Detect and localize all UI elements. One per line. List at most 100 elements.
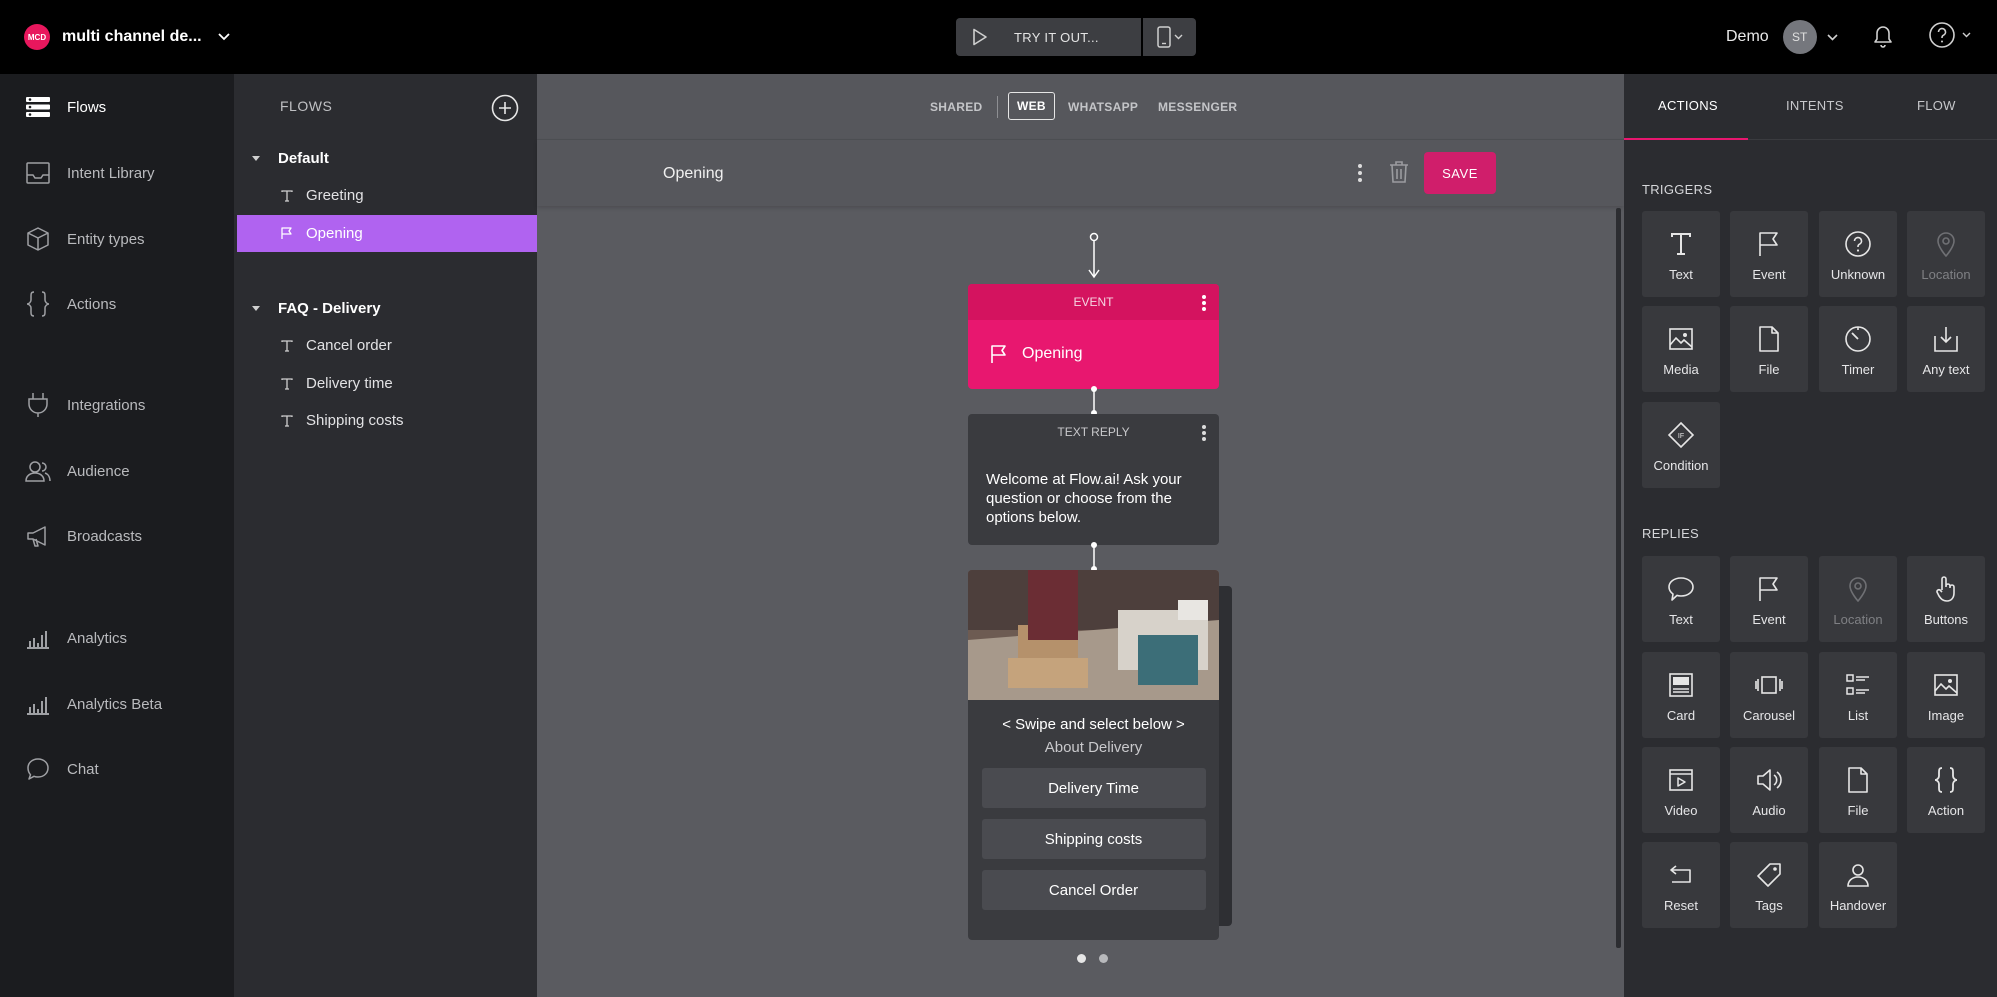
- trigger-text[interactable]: Text: [1642, 211, 1720, 297]
- carousel-pagination: [1077, 954, 1121, 963]
- more-options-icon[interactable]: [1357, 162, 1363, 184]
- reply-text[interactable]: Text: [1642, 556, 1720, 642]
- reply-list[interactable]: List: [1819, 652, 1897, 738]
- trigger-file[interactable]: File: [1730, 306, 1808, 392]
- timer-icon: [1844, 324, 1872, 354]
- flow-item-opening[interactable]: Opening: [237, 215, 537, 252]
- trigger-any-text[interactable]: Any text: [1907, 306, 1985, 392]
- node-more-icon[interactable]: [1201, 294, 1207, 312]
- tile-label: Location: [1833, 612, 1883, 627]
- reply-audio[interactable]: Audio: [1730, 747, 1808, 833]
- tab-whatsapp[interactable]: WHATSAPP: [1068, 100, 1138, 114]
- flow-canvas[interactable]: SHARED WEB WHATSAPP MESSENGER Opening SA…: [537, 74, 1624, 997]
- plug-icon: [24, 391, 52, 419]
- text-reply-header: TEXT REPLY: [1057, 425, 1130, 439]
- node-more-icon[interactable]: [1201, 424, 1207, 442]
- save-button[interactable]: SAVE: [1424, 152, 1496, 194]
- flow-title[interactable]: Opening: [663, 165, 724, 183]
- reply-image[interactable]: Image: [1907, 652, 1985, 738]
- reply-card[interactable]: Card: [1642, 652, 1720, 738]
- device-select-button[interactable]: [1143, 18, 1196, 56]
- reply-action[interactable]: Action: [1907, 747, 1985, 833]
- phone-icon: [1156, 26, 1171, 48]
- flow-item-delivery-time[interactable]: Delivery time: [237, 365, 537, 402]
- tab-shared[interactable]: SHARED: [930, 100, 982, 114]
- nav-label: Flows: [67, 98, 107, 116]
- active-tab-indicator: [1624, 138, 1748, 140]
- nav-item-chat[interactable]: Chat: [24, 754, 99, 784]
- trigger-timer[interactable]: Timer: [1819, 306, 1897, 392]
- card-button-shipping-costs[interactable]: Shipping costs: [981, 819, 1206, 859]
- reply-buttons[interactable]: Buttons: [1907, 556, 1985, 642]
- try-it-out-button[interactable]: TRY IT OUT...: [956, 18, 1141, 56]
- carousel-dot[interactable]: [1077, 954, 1086, 963]
- replies-heading: REPLIES: [1642, 526, 1700, 541]
- nav-item-actions[interactable]: Actions: [24, 289, 116, 319]
- flow-item-label: Greeting: [306, 187, 364, 204]
- nav-item-flows[interactable]: Flows: [24, 92, 106, 122]
- nav-item-analytics[interactable]: Analytics: [24, 623, 127, 653]
- trigger-condition[interactable]: IF Condition: [1642, 402, 1720, 488]
- text-reply-node[interactable]: TEXT REPLY Welcome at Flow.ai! Ask your …: [968, 414, 1219, 545]
- channel-tabs: SHARED WEB WHATSAPP MESSENGER: [537, 74, 1624, 140]
- flow-group-label: FAQ - Delivery: [278, 299, 381, 317]
- tab-actions[interactable]: ACTIONS: [1658, 98, 1718, 113]
- tab-intents[interactable]: INTENTS: [1786, 98, 1844, 113]
- reply-event[interactable]: Event: [1730, 556, 1808, 642]
- try-it-out-label: TRY IT OUT...: [1014, 29, 1099, 45]
- nav-item-entity-types[interactable]: Entity types: [24, 224, 145, 254]
- user-menu[interactable]: Demo ST: [1726, 20, 1838, 54]
- try-it-out-group: TRY IT OUT...: [956, 18, 1196, 56]
- flow-item-label: Opening: [306, 225, 363, 242]
- carousel-dot[interactable]: [1099, 954, 1108, 963]
- tab-web[interactable]: WEB: [1008, 92, 1055, 120]
- reply-file[interactable]: File: [1819, 747, 1897, 833]
- reply-reset[interactable]: Reset: [1642, 842, 1720, 928]
- card-button-cancel-order[interactable]: Cancel Order: [981, 870, 1206, 910]
- nav-item-integrations[interactable]: Integrations: [24, 390, 145, 420]
- add-flow-button[interactable]: [491, 94, 519, 122]
- flow-item-shipping-costs[interactable]: Shipping costs: [237, 402, 537, 439]
- reply-tags[interactable]: Tags: [1730, 842, 1808, 928]
- notifications-bell-icon[interactable]: [1871, 23, 1895, 49]
- flow-item-greeting[interactable]: Greeting: [237, 177, 537, 214]
- trigger-event[interactable]: Event: [1730, 211, 1808, 297]
- tile-label: Tags: [1755, 898, 1783, 913]
- nav-label: Entity types: [67, 230, 145, 248]
- reply-carousel[interactable]: Carousel: [1730, 652, 1808, 738]
- channel-divider: [997, 96, 998, 118]
- flow-group-default[interactable]: Default: [252, 143, 329, 173]
- nav-item-audience[interactable]: Audience: [24, 456, 130, 486]
- help-menu[interactable]: [1928, 21, 1971, 49]
- brand-logo: MCD: [24, 24, 50, 50]
- flows-panel-title: FLOWS: [280, 98, 333, 114]
- tile-label: Media: [1663, 362, 1699, 377]
- trigger-media[interactable]: Media: [1642, 306, 1720, 392]
- nav-item-broadcasts[interactable]: Broadcasts: [24, 521, 142, 551]
- tile-label: Text: [1669, 612, 1693, 627]
- flag-icon: [281, 227, 295, 240]
- tile-label: Event: [1752, 612, 1786, 627]
- card-button-delivery-time[interactable]: Delivery Time: [981, 768, 1206, 808]
- inbox-icon: [24, 159, 52, 187]
- reply-video[interactable]: Video: [1642, 747, 1720, 833]
- nav-item-intent-library[interactable]: Intent Library: [24, 158, 155, 188]
- tile-label: Card: [1666, 708, 1696, 723]
- reply-handover[interactable]: Handover: [1819, 842, 1897, 928]
- tile-label: File: [1758, 362, 1780, 377]
- event-node[interactable]: EVENT Opening: [968, 284, 1219, 389]
- workspace-selector[interactable]: MCD multi channel de...: [24, 24, 230, 50]
- card-reply-node[interactable]: < Swipe and select below > About Deliver…: [968, 570, 1219, 940]
- left-navigation: Flows Intent Library Entity types Action…: [0, 74, 234, 997]
- flow-group-faq-delivery[interactable]: FAQ - Delivery: [252, 293, 381, 323]
- delete-flow-icon[interactable]: [1389, 160, 1409, 184]
- tab-flow[interactable]: FLOW: [1917, 98, 1956, 113]
- trigger-unknown[interactable]: Unknown: [1819, 211, 1897, 297]
- canvas-scrollbar[interactable]: [1616, 208, 1621, 948]
- flow-item-cancel-order[interactable]: Cancel order: [237, 327, 537, 364]
- tag-icon: [1756, 860, 1782, 890]
- node-connector: [1091, 386, 1097, 416]
- tab-messenger[interactable]: MESSENGER: [1158, 100, 1237, 114]
- tile-label: Condition: [1653, 458, 1709, 473]
- nav-item-analytics-beta[interactable]: Analytics Beta: [24, 689, 162, 719]
